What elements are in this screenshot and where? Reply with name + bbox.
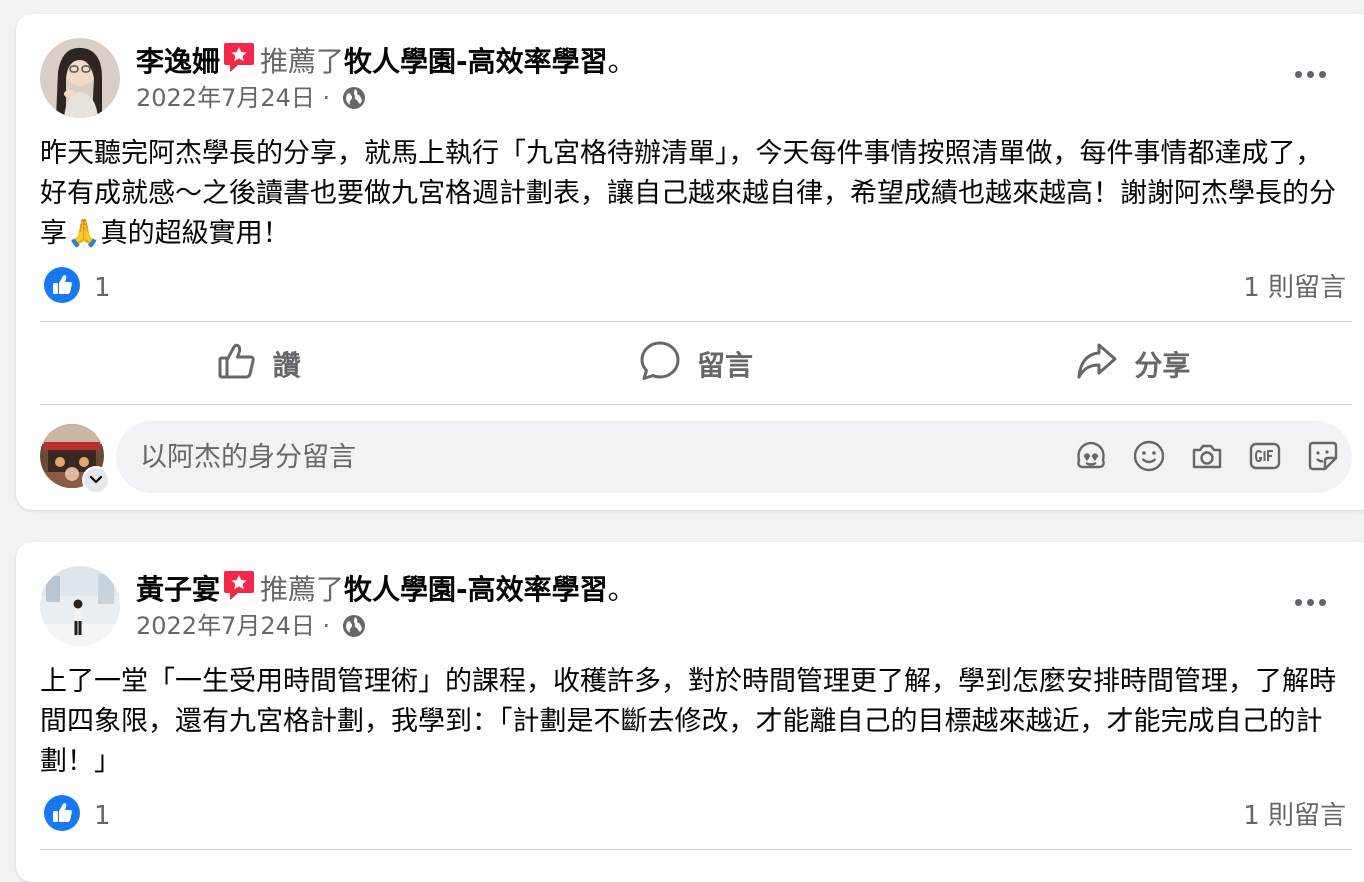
like-count: 1 — [94, 273, 111, 303]
post-card: 黃子宴 推薦了牧人學園-高效率學習。 2022年7月24日 · 上了一堂「一生受用… — [16, 542, 1364, 882]
meta-separator: · — [322, 84, 331, 112]
emoji-icon[interactable] — [1132, 439, 1166, 473]
globe-icon — [342, 614, 366, 646]
divider — [40, 849, 1352, 850]
page-name-link[interactable]: 牧人學園-高效率學習 — [344, 45, 608, 78]
meta-separator: · — [322, 612, 331, 640]
camera-icon[interactable] — [1190, 439, 1224, 473]
author-avatar[interactable] — [40, 566, 120, 646]
divider — [40, 404, 1352, 405]
reaction-summary[interactable]: 1 — [44, 794, 111, 834]
recommend-badge-icon — [222, 40, 256, 83]
comment-input[interactable] — [116, 421, 1016, 493]
share-arrow-icon — [1076, 340, 1118, 389]
reaction-summary[interactable]: 1 — [44, 266, 111, 306]
share-button[interactable]: 分享 — [915, 324, 1352, 404]
author-name[interactable]: 黃子宴 — [136, 573, 220, 606]
comment-button[interactable]: 留言 — [477, 324, 914, 404]
sticker-icon[interactable] — [1306, 439, 1340, 473]
comment-count[interactable]: 1 則留言 — [1243, 270, 1346, 306]
post-body: 昨天聽完阿杰學長的分享，就馬上執行「九宮格待辦清單」，今天每件事情按照清單做，每… — [40, 134, 1340, 254]
trailing-period: 。 — [607, 573, 636, 606]
comment-count[interactable]: 1 則留言 — [1243, 798, 1346, 834]
comment-button-label: 留言 — [696, 349, 753, 382]
chevron-down-icon[interactable] — [82, 466, 110, 494]
post-date[interactable]: 2022年7月24日 — [136, 612, 315, 640]
gif-icon[interactable] — [1248, 439, 1282, 473]
comment-bubble-icon — [639, 340, 681, 389]
like-button[interactable]: 讚 — [40, 324, 477, 404]
post-meta: 2022年7月24日 · — [136, 82, 366, 118]
post-card: 李逸姍 推薦了牧人學園-高效率學習。 2022年7月24日 · 昨天聽完阿杰學長的… — [16, 14, 1364, 510]
post-header-line: 李逸姍 推薦了牧人學園-高效率學習。 — [136, 40, 636, 83]
post-header-line: 黃子宴 推薦了牧人學園-高效率學習。 — [136, 568, 636, 611]
divider — [40, 321, 1352, 322]
like-count: 1 — [94, 801, 111, 831]
praying-hands-emoji: 🙏 — [67, 218, 101, 249]
like-button-label: 讚 — [272, 349, 301, 382]
composer-icons — [1074, 439, 1340, 473]
page-name-link[interactable]: 牧人學園-高效率學習 — [344, 573, 608, 606]
post-body-text-end: 真的超級實用！ — [100, 218, 290, 249]
more-options-icon[interactable] — [1288, 592, 1332, 612]
recommend-text: 推薦了 — [260, 45, 345, 78]
comment-composer — [116, 421, 1352, 493]
recommend-badge-icon — [222, 568, 256, 611]
like-outline-icon — [217, 341, 257, 388]
more-options-icon[interactable] — [1288, 64, 1332, 84]
like-reaction-icon — [44, 794, 80, 838]
globe-icon — [342, 86, 366, 118]
trailing-period: 。 — [607, 45, 636, 78]
author-avatar[interactable] — [40, 38, 120, 118]
post-date[interactable]: 2022年7月24日 — [136, 84, 315, 112]
share-button-label: 分享 — [1134, 349, 1191, 382]
avatar-sticker-icon[interactable] — [1074, 439, 1108, 473]
post-body: 上了一堂「一生受用時間管理術」的課程，收穫許多，對於時間管理更了解，學到怎麼安排… — [40, 666, 1336, 777]
author-name[interactable]: 李逸姍 — [136, 45, 220, 78]
action-bar: 讚 留言 分享 — [40, 324, 1352, 404]
recommend-text: 推薦了 — [260, 573, 345, 606]
post-meta: 2022年7月24日 · — [136, 610, 366, 646]
like-reaction-icon — [44, 266, 80, 310]
